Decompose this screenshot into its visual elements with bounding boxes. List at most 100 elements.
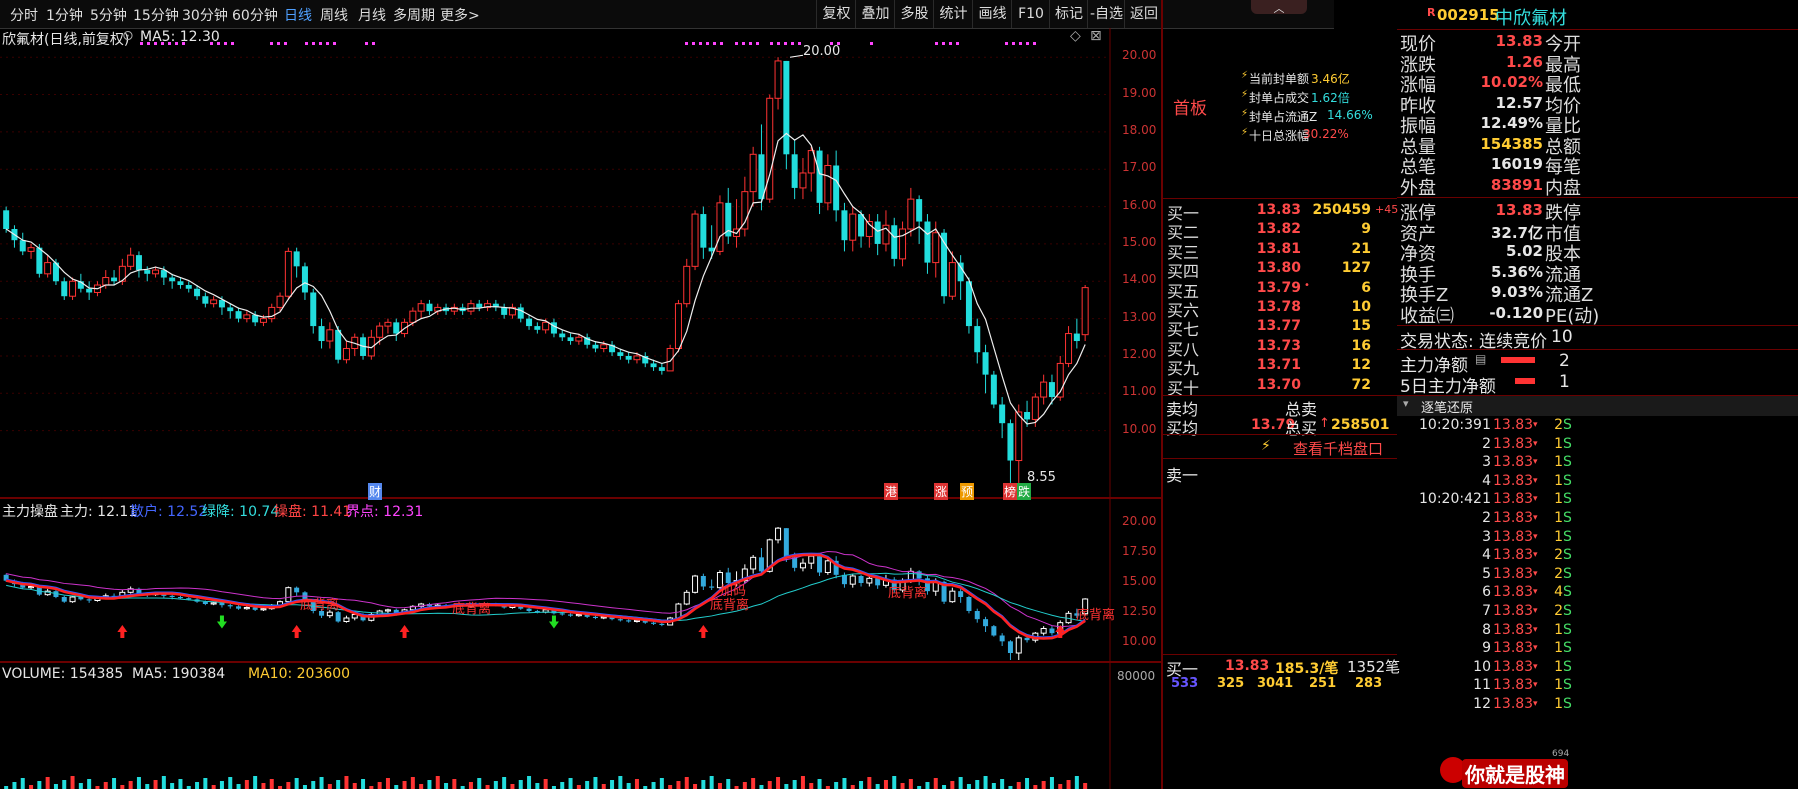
toolbar-button[interactable]: F10 xyxy=(1011,0,1050,28)
down-arrow-icon: ▾ xyxy=(1533,624,1538,635)
volume-bar xyxy=(1074,776,1079,789)
list-icon[interactable]: ▤ xyxy=(1475,352,1486,366)
bid-row[interactable]: 买一 13.83 250459 +45 xyxy=(1163,200,1398,223)
candle xyxy=(816,146,823,215)
volume-ma5: MA5: 190384 xyxy=(132,666,226,682)
candle xyxy=(1007,419,1014,483)
tick-side: S xyxy=(1563,491,1572,508)
bid-row[interactable]: 买七 13.77 15 xyxy=(1163,316,1397,339)
volume-bar xyxy=(560,782,565,789)
toolbar-button[interactable]: 多股 xyxy=(894,0,934,28)
divider xyxy=(1397,349,1798,350)
toolbar-button[interactable]: 复权 xyxy=(816,0,856,28)
candle xyxy=(467,299,475,315)
tick-price: 13.83 xyxy=(1493,417,1534,433)
volume-bar xyxy=(228,777,233,789)
volume-bar xyxy=(493,781,498,789)
event-tag[interactable]: 港 xyxy=(884,483,899,500)
close-icon[interactable]: ⊠ xyxy=(1090,28,1102,44)
quote-value: 154385 xyxy=(1480,134,1543,153)
chevron-down-icon[interactable]: ⊙ xyxy=(122,28,134,44)
diamond-icon[interactable]: ◇ xyxy=(1070,28,1081,44)
bid-row[interactable]: 买二 13.82 9 xyxy=(1163,219,1397,242)
period-tab[interactable]: 15分钟 xyxy=(133,5,179,25)
volume-bar xyxy=(518,780,523,789)
bid-row[interactable]: 买六 13.78 10 xyxy=(1163,297,1397,320)
tick-price: 13.83 xyxy=(1493,696,1534,712)
tick-row: 8 13.83 ▾ 1 S xyxy=(1397,622,1798,640)
tick-qty: 1 xyxy=(1554,472,1563,489)
volume-bar xyxy=(1000,779,1005,789)
volume-bar xyxy=(1058,784,1063,789)
candle xyxy=(284,247,292,300)
volume-bar xyxy=(966,784,971,789)
event-tag[interactable]: 榜 xyxy=(1003,483,1018,500)
volume-bar xyxy=(867,777,872,789)
bid-row[interactable]: 买九 13.71 12 xyxy=(1163,355,1397,378)
candle xyxy=(691,210,699,271)
toolbar-button[interactable]: 统计 xyxy=(933,0,973,28)
candle xyxy=(177,277,184,289)
period-tab[interactable]: 5分钟 xyxy=(90,5,127,25)
period-tab[interactable]: 月线 xyxy=(358,5,386,25)
bid-row[interactable]: 买四 13.80 127 xyxy=(1163,258,1397,281)
event-tag[interactable]: 涨 xyxy=(934,483,949,500)
event-tag[interactable]: 财 xyxy=(368,483,383,500)
volume-bar xyxy=(1025,778,1030,789)
tick-num: 3 xyxy=(1482,528,1491,545)
volume-bar xyxy=(178,779,183,789)
dropdown-icon[interactable]: ▾ xyxy=(1403,397,1409,410)
period-tab[interactable]: 日线 xyxy=(284,5,312,25)
volume-bar xyxy=(302,785,307,789)
candle xyxy=(550,318,557,338)
sub-indicator-header: 主力操盘 主力: 12.11 散户: 12.52 绿降: 10.74 操盘: 11.41… xyxy=(0,500,1110,520)
board-label: 封单占流通Z xyxy=(1249,110,1318,124)
period-tab[interactable]: 1分钟 xyxy=(46,5,83,25)
bid-row[interactable]: 买五 13.79 6 • xyxy=(1163,278,1397,301)
candle xyxy=(409,307,417,327)
toolbar-button[interactable]: 标记 xyxy=(1049,0,1088,28)
tick-side: S xyxy=(1563,658,1572,675)
period-tab[interactable]: 分时 xyxy=(10,5,38,25)
volume-bar xyxy=(883,780,888,789)
volume-bar xyxy=(527,776,532,789)
tick-num: 2 xyxy=(1482,435,1491,452)
candle xyxy=(235,307,242,323)
tick-num: 7 xyxy=(1482,603,1491,619)
bid-row[interactable]: 买三 13.81 21 xyxy=(1163,239,1397,262)
bid-row[interactable]: 买十 13.70 72 xyxy=(1163,375,1397,398)
view-all-depth-button[interactable]: 查看千档盘口 xyxy=(1293,438,1383,459)
volume-axis: 80000 xyxy=(1117,669,1156,683)
volume-bar xyxy=(1016,782,1021,789)
toolbar-button[interactable]: 返回 xyxy=(1124,0,1163,28)
tick-qty: 2 xyxy=(1554,547,1563,564)
divider xyxy=(1163,654,1397,655)
candle xyxy=(774,57,782,110)
event-tag[interactable]: 预 xyxy=(960,483,975,500)
volume-bar xyxy=(37,781,42,789)
period-tab[interactable]: 更多> xyxy=(440,5,480,25)
toolbar-button[interactable]: 叠加 xyxy=(855,0,895,28)
quote-value: 32.7亿 xyxy=(1490,223,1543,242)
period-tab[interactable]: 多周期 xyxy=(393,5,435,25)
period-tab[interactable]: 30分钟 xyxy=(182,5,228,25)
toolbar-button[interactable]: -自选 xyxy=(1087,0,1125,28)
bid-row[interactable]: 买八 13.73 16 xyxy=(1163,336,1397,359)
volume-bar xyxy=(327,784,332,789)
volume-bar xyxy=(925,782,930,789)
candle xyxy=(982,344,989,394)
signal-label: 底背离 xyxy=(888,586,928,601)
tick-qty: 1 xyxy=(1554,696,1563,712)
volume-bar xyxy=(983,776,988,789)
tick-side: S xyxy=(1563,565,1572,582)
period-tab[interactable]: 周线 xyxy=(320,5,348,25)
candle xyxy=(584,333,591,349)
collapse-icon[interactable]: ︿ xyxy=(1251,0,1307,15)
candle xyxy=(799,158,807,200)
period-tab[interactable]: 60分钟 xyxy=(232,5,278,25)
event-tag[interactable]: 跌 xyxy=(1017,483,1032,500)
volume-bar xyxy=(751,778,756,789)
price-tick: 13.00 xyxy=(1122,309,1157,324)
tick-num: 9 xyxy=(1482,640,1491,657)
toolbar-button[interactable]: 画线 xyxy=(972,0,1012,28)
